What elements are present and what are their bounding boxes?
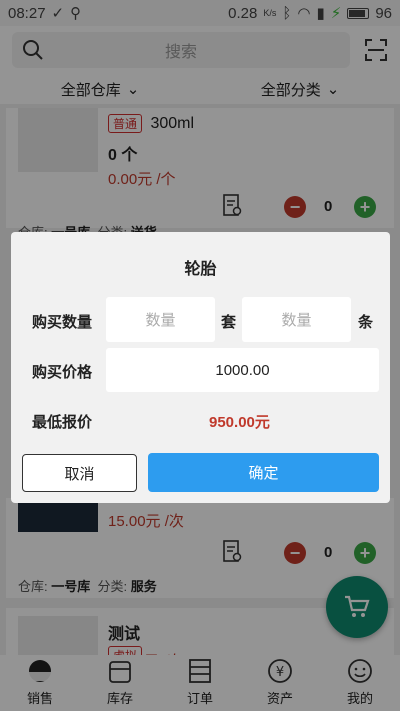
cancel-button[interactable]: 取消 [22, 454, 137, 492]
price-input-value: 1000.00 [215, 361, 270, 379]
min-price-value: 950.00元 [209, 414, 270, 431]
qty-input-1[interactable]: 数量 [106, 297, 215, 342]
qty-input-2[interactable]: 数量 [242, 297, 351, 342]
price-input[interactable]: 1000.00 [106, 348, 379, 392]
qty-unit-2: 条 [358, 314, 374, 331]
qty-label: 购买数量 [32, 314, 93, 331]
purchase-dialog: 轮胎 购买数量 数量 套 数量 条 购买价格 1000.00 最低报价 950.… [11, 232, 390, 503]
qty-input-1-placeholder: 数量 [145, 312, 176, 329]
qty-input-2-placeholder: 数量 [281, 312, 312, 329]
price-label: 购买价格 [32, 364, 93, 381]
confirm-button[interactable]: 确定 [148, 453, 379, 492]
qty-unit-1: 套 [221, 314, 237, 331]
dialog-title: 轮胎 [184, 261, 217, 278]
min-price-label: 最低报价 [32, 414, 93, 431]
